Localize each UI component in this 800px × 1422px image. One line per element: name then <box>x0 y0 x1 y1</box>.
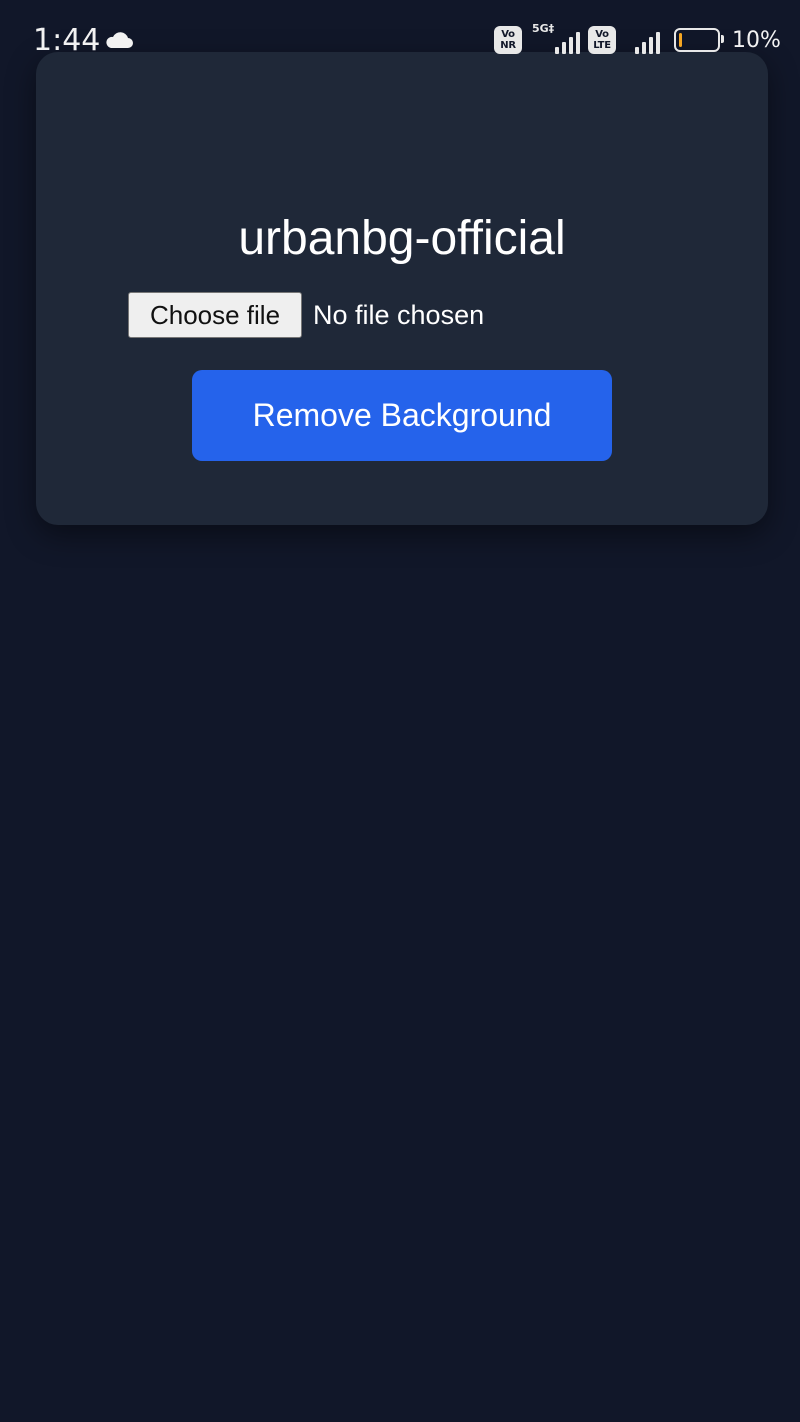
signal-icon <box>624 24 660 56</box>
remove-background-button[interactable]: Remove Background <box>192 370 612 461</box>
network-tag: 5G‡ <box>532 22 555 35</box>
file-input[interactable]: Choose file No file chosen <box>128 292 484 338</box>
signal-bars <box>555 32 580 54</box>
choose-file-button[interactable]: Choose file <box>128 292 302 338</box>
status-icons: Vo NR 5G‡ Vo LTE 10% <box>494 22 781 56</box>
status-time: 1:44 <box>33 23 101 58</box>
signal-bars <box>635 32 660 54</box>
battery-icon <box>674 28 724 52</box>
battery-percent: 10% <box>732 27 781 53</box>
battery-level <box>679 33 682 47</box>
volte-icon: Vo LTE <box>588 26 616 54</box>
signal-5g-icon: 5G‡ <box>530 22 580 56</box>
upload-card: urbanbg-official Choose file No file cho… <box>36 52 768 525</box>
page-title: urbanbg-official <box>238 212 566 265</box>
vonr-icon: Vo NR <box>494 26 522 54</box>
cloud-icon <box>106 32 133 48</box>
file-status-text: No file chosen <box>313 299 485 330</box>
status-bar: 1:44 Vo NR 5G‡ Vo LTE 10% <box>0 0 800 80</box>
